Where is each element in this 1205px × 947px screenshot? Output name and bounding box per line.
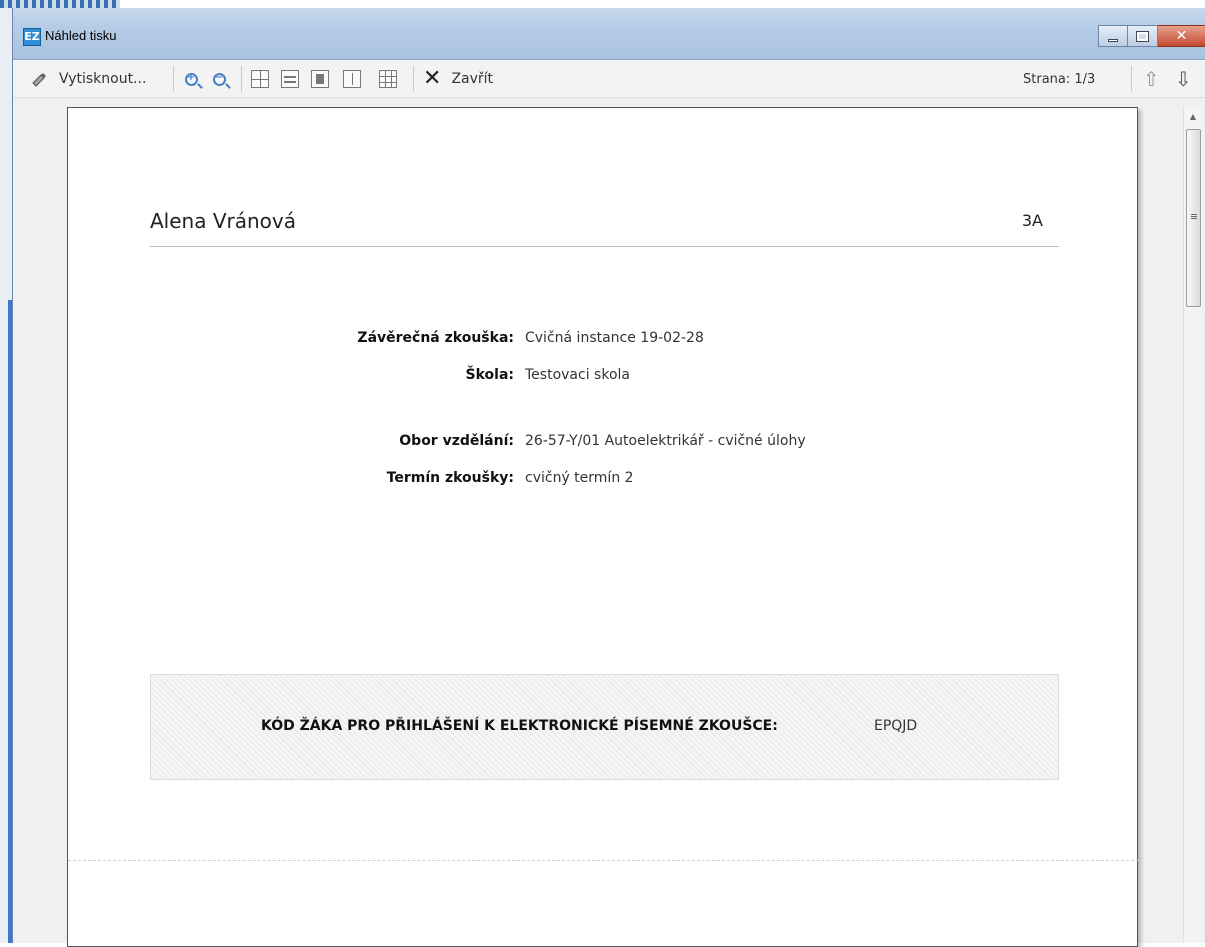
- minimize-icon: [1108, 38, 1118, 42]
- info-label: Závěrečná zkouška:: [357, 330, 514, 346]
- toolbar-separator: [1131, 66, 1132, 92]
- previous-page-button[interactable]: ⇧: [1143, 67, 1160, 91]
- print-preview-window: EZ Náhled tisku ✕ Vytisknout... + − ✕ Za…: [12, 8, 1205, 947]
- info-label: Termín zkoušky:: [386, 470, 514, 486]
- app-icon: EZ: [23, 28, 41, 46]
- multi-page-button[interactable]: [379, 68, 397, 90]
- arrow-up-icon: ⇧: [1143, 67, 1160, 91]
- printer-icon: [29, 69, 49, 89]
- student-class: 3A: [1021, 211, 1043, 230]
- info-row-field-of-study: Obor vzdělání: 26-57-Y/01 Autoelektrikář…: [68, 433, 1139, 457]
- info-row-exam: Závěrečná zkouška: Cvičná instance 19-02…: [68, 330, 1139, 354]
- toolbar: Vytisknout... + − ✕ Zavřít Strana: 1/3 ⇧…: [13, 60, 1205, 98]
- zoom-out-button[interactable]: −: [209, 68, 229, 90]
- title-bar: EZ Náhled tisku ✕: [13, 8, 1205, 60]
- info-label: Škola:: [465, 367, 514, 383]
- student-code-label: KÓD ŽÁKA PRO PŘIHLÁŠENÍ K ELEKTRONICKÉ P…: [261, 718, 778, 734]
- toolbar-separator: [241, 66, 242, 92]
- minimize-button[interactable]: [1098, 25, 1128, 47]
- header-divider: [150, 246, 1059, 247]
- next-page-button[interactable]: ⇩: [1175, 67, 1192, 91]
- maximize-icon: [1136, 30, 1149, 42]
- multi-page-icon: [379, 70, 397, 88]
- vertical-scrollbar[interactable]: ▲: [1183, 107, 1202, 943]
- toolbar-separator: [413, 66, 414, 92]
- print-button[interactable]: Vytisknout...: [29, 68, 146, 90]
- background-app-dots: [0, 0, 120, 8]
- info-row-exam-date: Termín zkoušky: cvičný termín 2: [68, 470, 1139, 494]
- close-x-icon: ✕: [423, 66, 442, 91]
- arrow-down-icon: ⇩: [1175, 67, 1192, 91]
- info-row-school: Škola: Testovaci skola: [68, 367, 1139, 391]
- info-value: 26-57-Y/01 Autoelektrikář - cvičné úlohy: [525, 433, 806, 449]
- two-pages-icon: [343, 70, 361, 88]
- zoom-out-icon: −: [212, 72, 226, 86]
- zoom-in-icon: +: [184, 72, 198, 86]
- print-button-label: Vytisknout...: [59, 71, 147, 87]
- page-indicator: Strana: 1/3: [1023, 68, 1095, 90]
- background-app-edge: [0, 0, 12, 943]
- fit-page-icon: [251, 70, 269, 88]
- scrollbar-thumb[interactable]: [1186, 129, 1201, 307]
- info-value: cvičný termín 2: [525, 470, 634, 486]
- preview-area: Alena Vránová 3A Závěrečná zkouška: Cvič…: [13, 99, 1205, 947]
- fit-page-button[interactable]: [251, 68, 269, 90]
- page-break-line: [68, 860, 1139, 861]
- close-preview-label: Zavřít: [451, 71, 494, 87]
- info-value: Cvičná instance 19-02-28: [525, 330, 704, 346]
- student-code-value: EPQJD: [874, 718, 918, 734]
- close-preview-button[interactable]: ✕ Zavřít: [423, 68, 493, 90]
- close-window-button[interactable]: ✕: [1158, 25, 1205, 47]
- window-controls: ✕: [1098, 25, 1205, 47]
- document-page: Alena Vránová 3A Závěrečná zkouška: Cvič…: [67, 107, 1139, 947]
- scrollbar-grip-icon: [1191, 214, 1197, 220]
- maximize-button[interactable]: [1128, 25, 1158, 47]
- two-pages-button[interactable]: [343, 68, 361, 90]
- student-name: Alena Vránová: [150, 209, 296, 233]
- single-page-button[interactable]: [311, 68, 329, 90]
- zoom-in-button[interactable]: +: [181, 68, 201, 90]
- window-title: Náhled tisku: [45, 28, 117, 43]
- student-code-box: KÓD ŽÁKA PRO PŘIHLÁŠENÍ K ELEKTRONICKÉ P…: [150, 674, 1059, 780]
- scroll-up-arrow-icon[interactable]: ▲: [1184, 107, 1202, 125]
- close-icon: ✕: [1175, 28, 1188, 44]
- single-page-icon: [311, 70, 329, 88]
- info-value: Testovaci skola: [525, 367, 630, 383]
- info-label: Obor vzdělání:: [399, 433, 514, 449]
- page-indicator-text: Strana: 1/3: [1023, 71, 1096, 87]
- fit-width-icon: [281, 70, 299, 88]
- toolbar-separator: [173, 66, 174, 92]
- fit-width-button[interactable]: [281, 68, 299, 90]
